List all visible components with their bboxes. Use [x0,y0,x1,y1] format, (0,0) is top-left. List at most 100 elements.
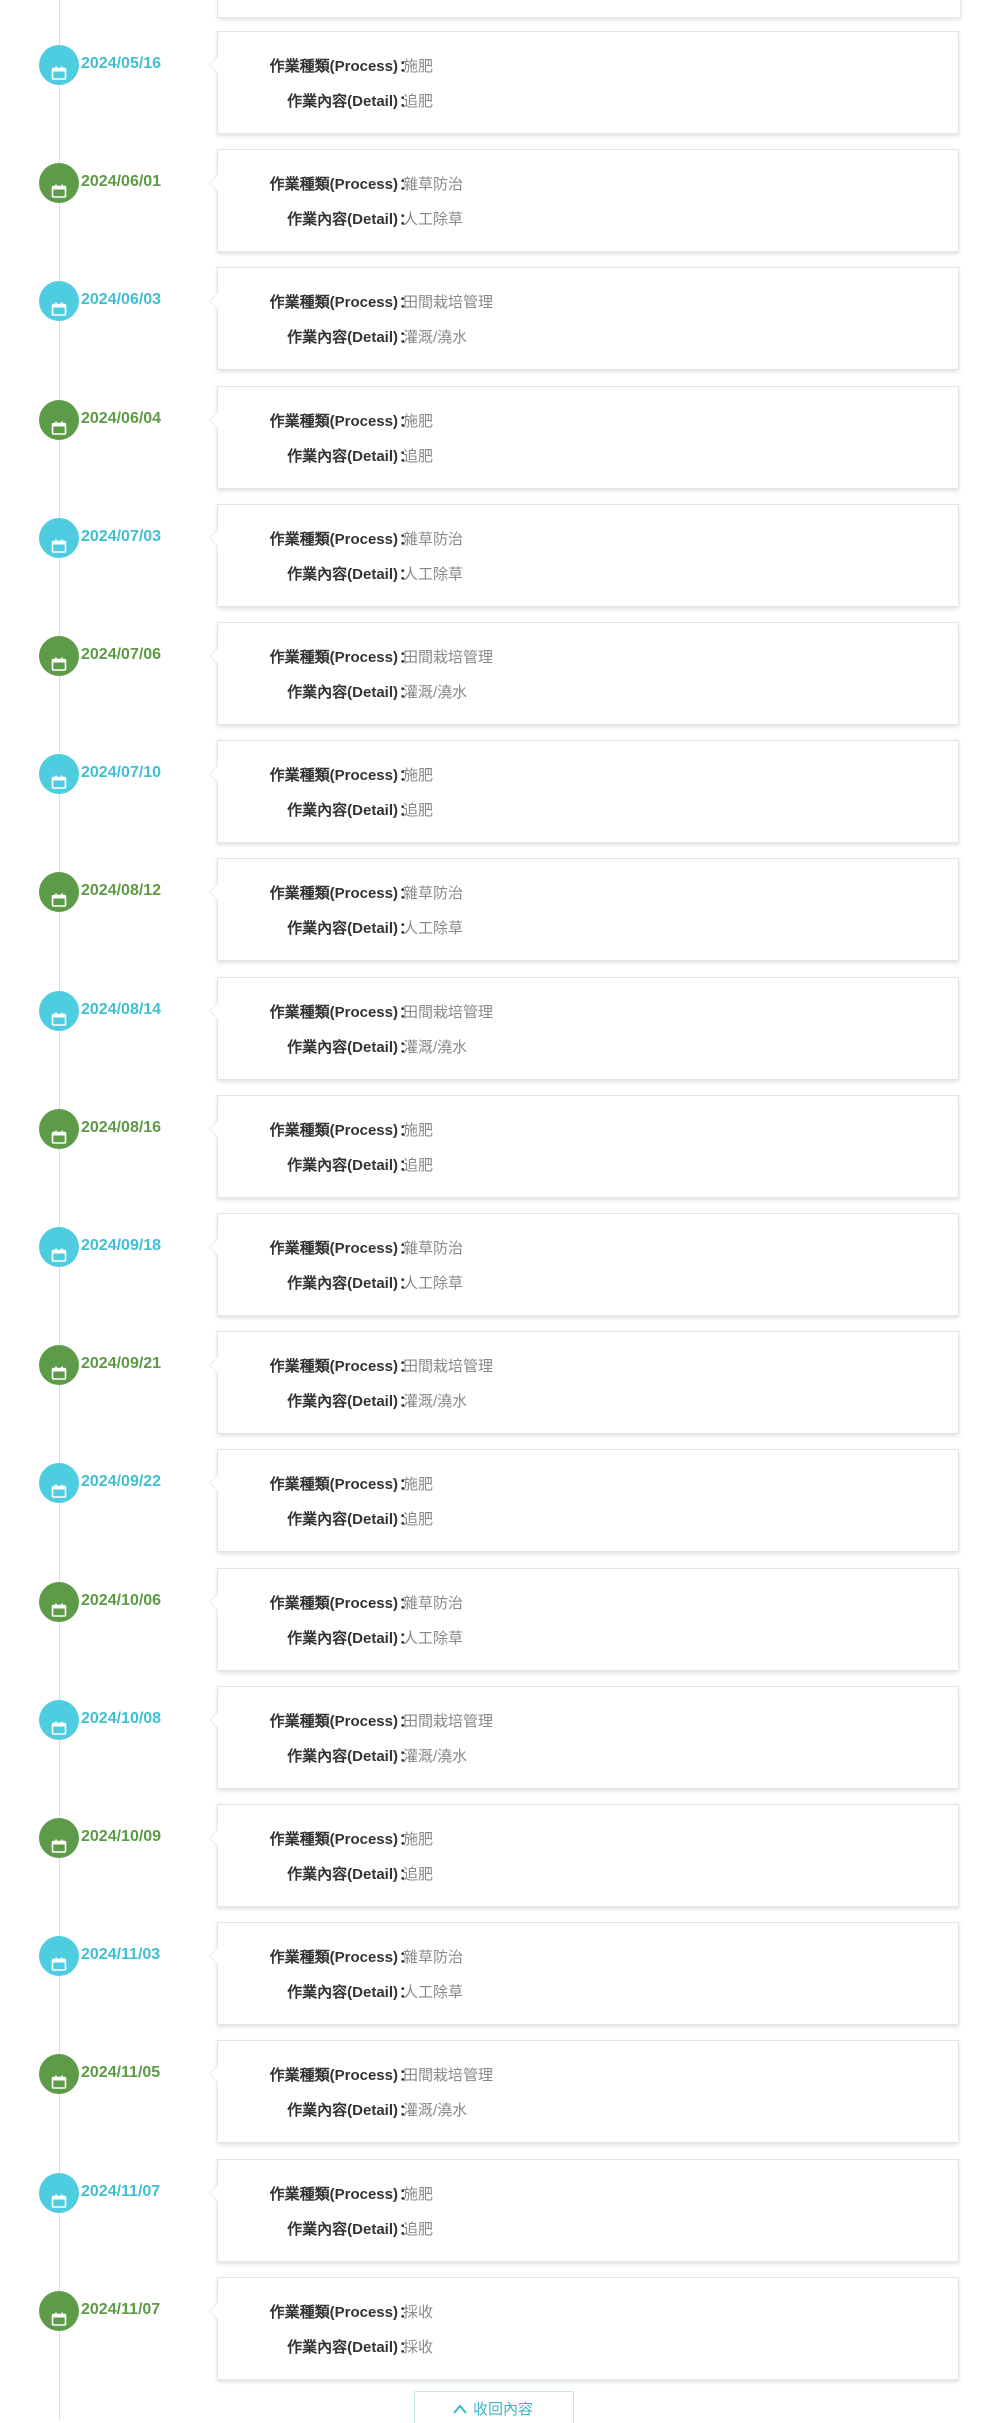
record-date: 2024/10/09 [81,1828,162,1845]
cultivation-timeline: 2024/05/16 作業種類(Process)：施肥 作業內容(Detail)：追… [0,0,1000,2423]
record-card: 作業種類(Process)：雜草防治 作業內容(Detail)：人工除草 [209,1568,959,1671]
detail-value: 人工除草 [403,920,464,937]
process-value: 田間栽培管理 [403,1004,494,1021]
record-date: 2024/11/07 [81,2301,161,2318]
record-card: 作業種類(Process)：施肥 作業內容(Detail)：追肥 [209,2159,959,2262]
record-date: 2024/07/03 [81,528,162,545]
record-card: 作業種類(Process)：施肥 作業內容(Detail)：追肥 [209,1449,959,1552]
detail-label: 作業內容(Detail) [287,1630,398,1647]
record-date: 2024/11/07 [81,2183,161,2200]
detail-value: 追肥 [403,448,434,465]
chevron-up-icon [453,2401,467,2418]
process-label: 作業種類(Process) [269,649,398,666]
process-label: 作業種類(Process) [269,176,398,193]
detail-label: 作業內容(Detail) [287,329,398,346]
process-label: 作業種類(Process) [269,2304,398,2321]
detail-label: 作業內容(Detail) [287,2102,398,2119]
timeline-marker [39,163,79,203]
process-label: 作業種類(Process) [269,413,398,430]
record-card: 作業種類(Process)：施肥 作業內容(Detail)：追肥 [209,740,959,843]
record-date: 2024/09/22 [81,1473,162,1490]
record-card: 作業種類(Process)：田間栽培管理 作業內容(Detail)：灌溉/澆水 [209,1686,959,1789]
process-label: 作業種類(Process) [269,885,398,902]
timeline-marker [39,2054,79,2094]
timeline-item: 2024/07/06 作業種類(Process)：田間栽培管理 作業內容(Detai… [0,622,1000,740]
record-date: 2024/06/03 [81,291,162,308]
process-label: 作業種類(Process) [269,1476,398,1493]
timeline-marker [39,1700,79,1740]
process-label: 作業種類(Process) [269,2067,398,2084]
record-card: 作業種類(Process)：田間栽培管理 作業內容(Detail)：灌溉/澆水 [209,2040,959,2143]
process-value: 田間栽培管理 [403,1713,494,1730]
record-card: 作業種類(Process)：田間栽培管理 作業內容(Detail)：灌溉/澆水 [209,267,959,370]
process-value: 施肥 [403,767,434,784]
timeline-item: 2024/08/12 作業種類(Process)：雜草防治 作業內容(Detail)… [0,858,1000,976]
collapse-content-button[interactable]: 收回內容 [414,2391,574,2423]
timeline-marker [39,1936,79,1976]
detail-label: 作業內容(Detail) [287,1984,398,2001]
detail-value: 人工除草 [403,1630,464,1647]
timeline-item: 2024/09/22 作業種類(Process)：施肥 作業內容(Detail)：追… [0,1449,1000,1567]
previous-record-card [217,0,961,18]
timeline-marker [39,872,79,912]
timeline-item: 2024/06/01 作業種類(Process)：雜草防治 作業內容(Detail)… [0,149,1000,267]
detail-label: 作業內容(Detail) [287,93,398,110]
detail-value: 灌溉/澆水 [403,329,468,346]
record-card: 作業種類(Process)：施肥 作業內容(Detail)：追肥 [209,1804,959,1907]
detail-label: 作業內容(Detail) [287,1393,398,1410]
process-value: 雜草防治 [403,531,464,548]
detail-value: 灌溉/澆水 [403,1039,468,1056]
process-value: 施肥 [403,2186,434,2203]
detail-value: 追肥 [403,802,434,819]
timeline-marker [39,1463,79,1503]
record-card: 作業種類(Process)：田間栽培管理 作業內容(Detail)：灌溉/澆水 [209,622,959,725]
process-label: 作業種類(Process) [269,1358,398,1375]
detail-value: 灌溉/澆水 [403,2102,468,2119]
timeline-item: 2024/07/10 作業種類(Process)：施肥 作業內容(Detail)：追… [0,740,1000,858]
process-value: 施肥 [403,1476,434,1493]
process-label: 作業種類(Process) [269,294,398,311]
record-date: 2024/11/03 [81,1946,161,1963]
record-card: 作業種類(Process)：田間栽培管理 作業內容(Detail)：灌溉/澆水 [209,1331,959,1434]
timeline-marker [39,1227,79,1267]
timeline-marker [39,281,79,321]
record-card: 作業種類(Process)：施肥 作業內容(Detail)：追肥 [209,386,959,489]
timeline-marker [39,1345,79,1385]
record-date: 2024/05/16 [81,55,162,72]
timeline-item: 2024/06/04 作業種類(Process)：施肥 作業內容(Detail)：追… [0,386,1000,504]
record-date: 2024/09/21 [81,1355,162,1372]
timeline-item: 2024/10/09 作業種類(Process)：施肥 作業內容(Detail)：追… [0,1804,1000,1922]
timeline-item: 2024/07/03 作業種類(Process)：雜草防治 作業內容(Detail)… [0,504,1000,622]
timeline-marker [39,2291,79,2331]
process-label: 作業種類(Process) [269,1004,398,1021]
process-value: 田間栽培管理 [403,2067,494,2084]
timeline-item: 2024/08/16 作業種類(Process)：施肥 作業內容(Detail)：追… [0,1095,1000,1213]
record-card: 作業種類(Process)：田間栽培管理 作業內容(Detail)：灌溉/澆水 [209,977,959,1080]
timeline-item: 2024/10/06 作業種類(Process)：雜草防治 作業內容(Detail)… [0,1568,1000,1686]
record-date: 2024/10/06 [81,1592,162,1609]
detail-label: 作業內容(Detail) [287,2221,398,2238]
timeline-item: 2024/11/03 作業種類(Process)：雜草防治 作業內容(Detail)… [0,1922,1000,2040]
process-value: 雜草防治 [403,1595,464,1612]
record-date: 2024/06/04 [81,410,162,427]
record-card: 作業種類(Process)：雜草防治 作業內容(Detail)：人工除草 [209,1213,959,1316]
detail-label: 作業內容(Detail) [287,1511,398,1528]
process-value: 施肥 [403,413,434,430]
process-value: 雜草防治 [403,1949,464,1966]
detail-value: 灌溉/澆水 [403,1748,468,1765]
detail-label: 作業內容(Detail) [287,448,398,465]
timeline-marker [39,636,79,676]
detail-label: 作業內容(Detail) [287,1275,398,1292]
process-value: 田間栽培管理 [403,1358,494,1375]
record-date: 2024/11/05 [81,2064,161,2081]
process-label: 作業種類(Process) [269,1949,398,1966]
process-value: 雜草防治 [403,885,464,902]
record-date: 2024/10/08 [81,1710,162,1727]
timeline-marker [39,754,79,794]
detail-label: 作業內容(Detail) [287,2339,398,2356]
detail-value: 追肥 [403,1866,434,1883]
timeline-item: 2024/11/05 作業種類(Process)：田間栽培管理 作業內容(Detai… [0,2040,1000,2158]
detail-value: 追肥 [403,2221,434,2238]
process-value: 施肥 [403,58,434,75]
process-value: 雜草防治 [403,176,464,193]
